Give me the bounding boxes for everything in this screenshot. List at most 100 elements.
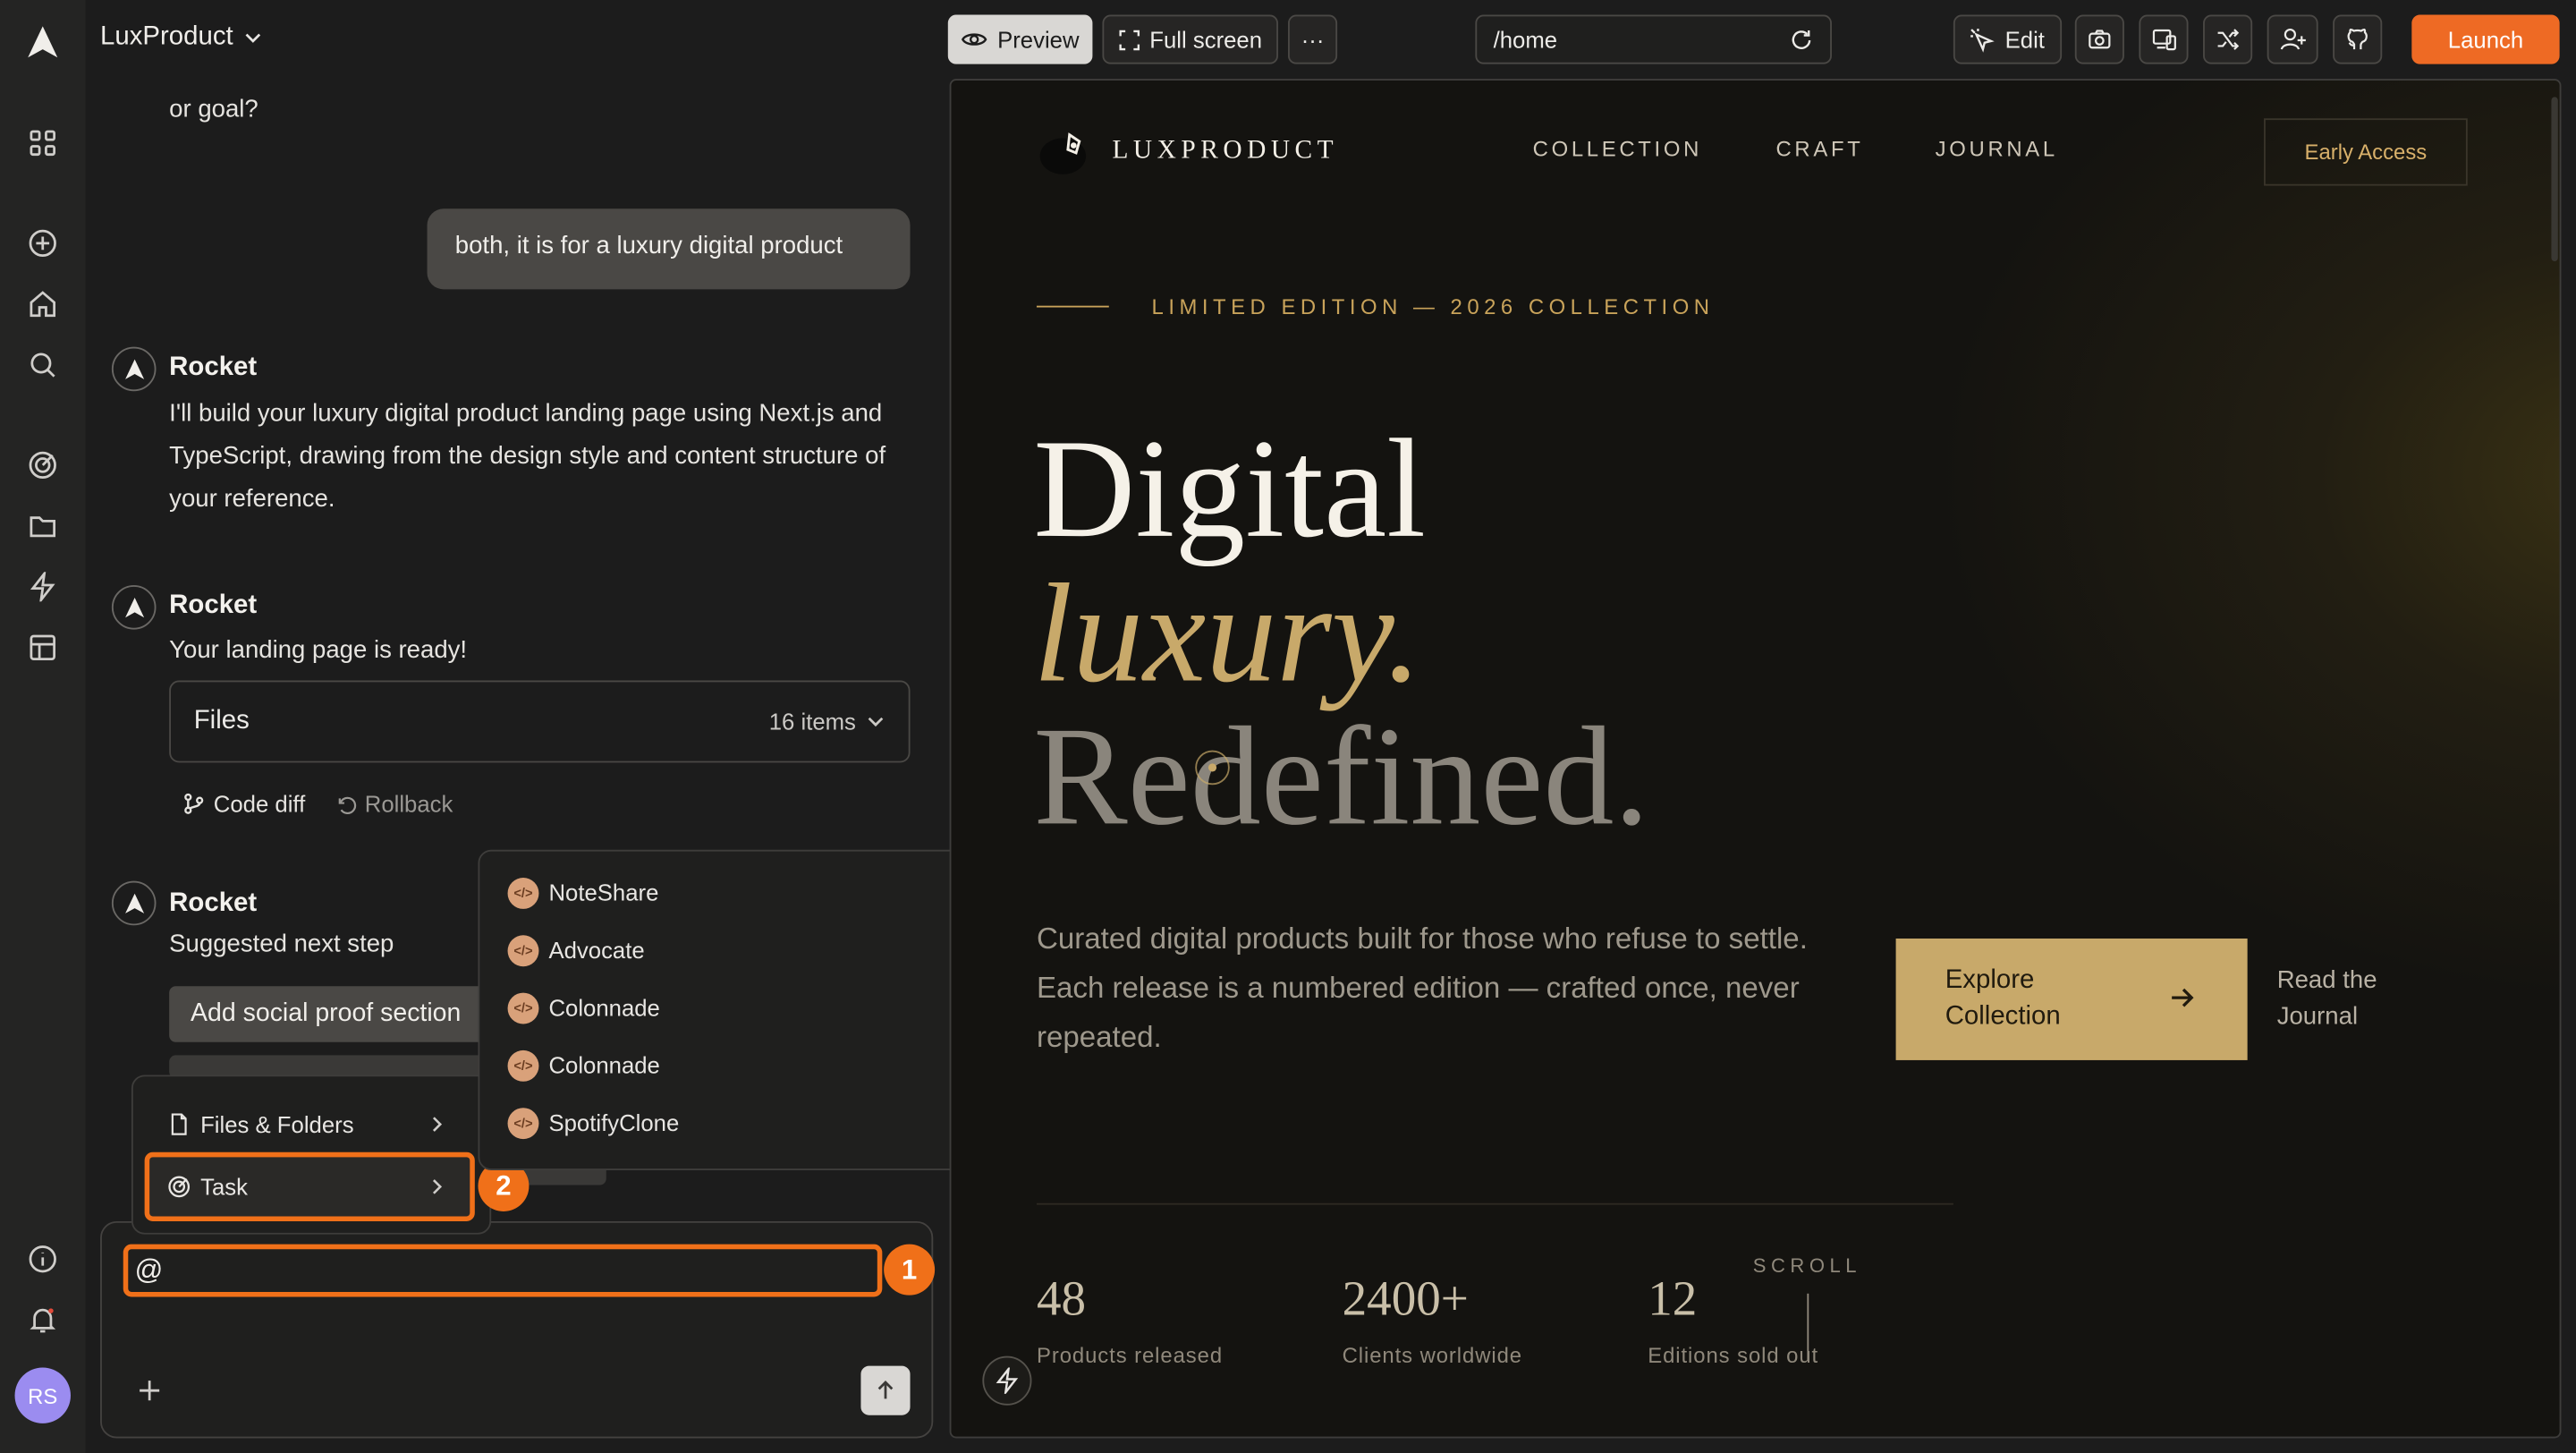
- suggestion-chip[interactable]: Add social proof section: [169, 986, 498, 1042]
- bell-icon[interactable]: [23, 1300, 63, 1339]
- submenu-item[interactable]: </> SpotifyClone: [507, 1103, 680, 1143]
- avatar[interactable]: RS: [14, 1367, 71, 1423]
- cursor-ring-icon: [1195, 750, 1230, 786]
- send-button[interactable]: [860, 1365, 911, 1415]
- target-icon: [168, 1176, 191, 1198]
- camera-icon: [2089, 30, 2111, 49]
- avatar-initials: RS: [28, 1382, 58, 1408]
- menu-item-files-folders[interactable]: Files & Folders: [151, 1098, 463, 1151]
- search-icon[interactable]: [23, 345, 63, 385]
- arrow-up-icon: [877, 1381, 894, 1399]
- rollback-label: Rollback: [364, 790, 453, 818]
- task-submenu: </> NoteShare </> Advocate </> Colonnade…: [478, 849, 979, 1171]
- stats-divider: [1036, 1202, 1953, 1205]
- preview-label: Preview: [997, 26, 1080, 53]
- screenshot-button[interactable]: [2074, 14, 2124, 64]
- quick-action-button[interactable]: [982, 1355, 1032, 1406]
- submenu-item-label: SpotifyClone: [548, 1109, 680, 1136]
- submenu-item[interactable]: </> NoteShare: [507, 873, 658, 913]
- rollback-button[interactable]: Rollback: [335, 791, 453, 817]
- message-author: Rocket: [169, 353, 258, 382]
- brand-logo-icon: [1039, 132, 1087, 174]
- menu-item-task[interactable]: Task: [151, 1160, 463, 1213]
- brand-name[interactable]: LUXPRODUCT: [1112, 136, 1338, 166]
- message-author: Rocket: [169, 888, 258, 918]
- chevron-right-icon: [432, 1179, 443, 1194]
- stat-label: Editions sold out: [1648, 1342, 1819, 1368]
- nav-link-collection[interactable]: COLLECTION: [1533, 136, 1702, 161]
- icon-rail: RS: [0, 0, 86, 1453]
- plus-circle-icon[interactable]: [23, 224, 63, 263]
- explore-collection-button[interactable]: Explore Collection: [1895, 938, 2248, 1060]
- more-button[interactable]: ···: [1287, 14, 1338, 64]
- preview-button[interactable]: Preview: [947, 14, 1093, 64]
- edit-button[interactable]: Edit: [1953, 14, 2063, 64]
- folder-icon[interactable]: [23, 506, 63, 546]
- read-journal-link[interactable]: Read the Journal: [2277, 964, 2409, 1036]
- chat-input[interactable]: [123, 1244, 883, 1297]
- fullscreen-button[interactable]: Full screen: [1102, 14, 1278, 64]
- target-icon[interactable]: [23, 446, 63, 485]
- logo-icon[interactable]: [23, 23, 63, 63]
- project-switcher[interactable]: LuxProduct: [100, 23, 263, 53]
- stat-value: 12: [1648, 1271, 1698, 1327]
- earlier-message-text: or goal?: [169, 95, 258, 123]
- url-bar[interactable]: [1475, 14, 1832, 64]
- user-plus-icon: [2279, 28, 2305, 50]
- hero-description: Curated digital products built for those…: [1036, 922, 1808, 1054]
- submenu-item-label: Colonnade: [548, 1051, 660, 1079]
- bolt-icon[interactable]: [23, 567, 63, 607]
- scroll-indicator-line: [1807, 1293, 1809, 1360]
- grid-icon[interactable]: [23, 123, 63, 163]
- stat-label: Clients worldwide: [1342, 1342, 1523, 1368]
- stat-label: Products released: [1036, 1342, 1224, 1368]
- code-diff-label: Code diff: [213, 790, 306, 818]
- message-text: Suggested next step: [169, 930, 394, 959]
- bolt-icon: [996, 1367, 1019, 1394]
- files-label: Files: [193, 706, 250, 735]
- github-icon: [2347, 28, 2368, 50]
- eyebrow-rule: [1036, 305, 1109, 308]
- submenu-item-label: Colonnade: [548, 994, 660, 1021]
- shuffle-button[interactable]: [2203, 14, 2253, 64]
- chevron-right-icon: [432, 1117, 443, 1132]
- fullscreen-label: Full screen: [1149, 26, 1263, 53]
- github-button[interactable]: [2333, 14, 2383, 64]
- submenu-item[interactable]: </> Advocate: [507, 930, 645, 970]
- invite-button[interactable]: [2267, 14, 2318, 64]
- home-icon[interactable]: [23, 285, 63, 324]
- more-label: ···: [1301, 26, 1325, 53]
- nav-link-craft[interactable]: CRAFT: [1776, 136, 1864, 161]
- project-title: LuxProduct: [100, 22, 233, 51]
- info-icon[interactable]: [23, 1239, 63, 1279]
- code-diff-button[interactable]: Code diff: [182, 791, 305, 817]
- shuffle-icon: [2217, 29, 2240, 50]
- device-button[interactable]: [2139, 14, 2189, 64]
- refresh-icon[interactable]: [1789, 27, 1814, 52]
- eye-icon: [962, 33, 987, 46]
- message-author: Rocket: [169, 591, 258, 620]
- chevron-down-icon: [868, 717, 884, 727]
- rocket-avatar: [111, 880, 157, 926]
- preview-scrollbar[interactable]: [2551, 97, 2558, 262]
- code-project-icon: </>: [507, 934, 539, 966]
- files-dropdown[interactable]: Files 16 items: [169, 680, 911, 763]
- submenu-item[interactable]: </> Colonnade: [507, 1045, 660, 1084]
- rocket-logo-icon: [124, 892, 144, 913]
- files-count: 16 items: [768, 708, 856, 735]
- launch-button[interactable]: Launch: [2411, 14, 2560, 64]
- add-attachment-button[interactable]: [133, 1374, 166, 1407]
- rocket-avatar: [111, 346, 157, 392]
- scroll-indicator-label: SCROLL: [1752, 1253, 1862, 1278]
- annotation-badge: 1: [884, 1244, 936, 1296]
- layout-icon[interactable]: [23, 628, 63, 667]
- chat-panel: LuxProduct or goal? both, it is for a lu…: [85, 0, 979, 1453]
- early-access-button[interactable]: Early Access: [2264, 118, 2468, 186]
- submenu-item[interactable]: </> Colonnade: [507, 988, 660, 1027]
- nav-link-journal[interactable]: JOURNAL: [1936, 136, 2058, 161]
- menu-item-label: Task: [200, 1173, 248, 1201]
- message-text: I'll build your luxury digital product l…: [169, 399, 886, 514]
- code-project-icon: </>: [507, 991, 539, 1024]
- url-input[interactable]: [1493, 26, 1790, 53]
- pointer-icon: [1970, 28, 1996, 52]
